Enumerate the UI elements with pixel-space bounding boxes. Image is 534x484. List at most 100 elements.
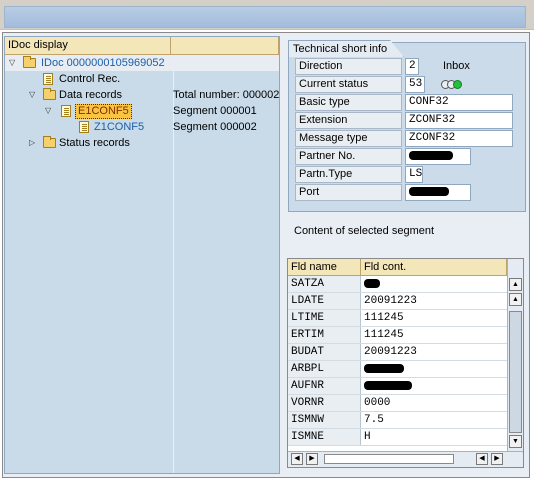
segment-content-table[interactable]: Fld name Fld cont. SATZA LDATE 20091223 … bbox=[287, 258, 524, 468]
column-header-field-content[interactable]: Fld cont. bbox=[361, 259, 507, 276]
document-icon bbox=[43, 73, 53, 85]
basic-type-label: Basic type bbox=[295, 94, 402, 111]
field-name-cell: ARBPL bbox=[288, 361, 361, 377]
table-row[interactable]: LTIME 111245 bbox=[288, 310, 507, 327]
scroll-right-icon[interactable]: ◀ bbox=[476, 453, 488, 465]
field-name-cell: ISMNW bbox=[288, 412, 361, 428]
direction-label: Direction bbox=[295, 58, 402, 75]
data-records-total: Total number: 000002 bbox=[173, 89, 280, 101]
light-green-on bbox=[453, 80, 462, 89]
redaction-mark bbox=[364, 278, 380, 288]
tree-item-status-records[interactable]: ▷ Status records bbox=[5, 135, 279, 151]
tree-item-data-records[interactable]: ▽ Data records Total number: 000002 bbox=[5, 87, 280, 103]
segment-1-number: Segment 000001 bbox=[173, 105, 257, 117]
table-row[interactable]: ERTIM 111245 bbox=[288, 327, 507, 344]
extension-field[interactable]: ZCONF32 bbox=[405, 112, 513, 129]
scroll-down-icon[interactable]: ▼ bbox=[509, 435, 522, 448]
partn-type-field[interactable]: LS bbox=[405, 166, 423, 183]
idoc-label: IDoc 0000000105969052 bbox=[41, 57, 165, 69]
partner-no-field[interactable] bbox=[405, 148, 471, 165]
field-name-cell: ISMNE bbox=[288, 429, 361, 445]
vertical-scroll-thumb[interactable] bbox=[509, 311, 522, 433]
scroll-first-icon[interactable]: ◀ bbox=[291, 453, 303, 465]
field-name-cell: VORNR bbox=[288, 395, 361, 411]
horizontal-scrollbar[interactable]: ◀ ▶ ◀ ▶ bbox=[288, 451, 523, 467]
data-records-label: Data records bbox=[59, 89, 122, 101]
field-name-cell: ERTIM bbox=[288, 327, 361, 343]
status-label: Current status bbox=[295, 76, 402, 93]
tree-item-idoc[interactable]: ▽ IDoc 0000000105969052 bbox=[5, 55, 279, 71]
folder-open-icon bbox=[23, 56, 36, 68]
field-content-cell[interactable]: H bbox=[361, 429, 507, 445]
status-field[interactable]: 53 bbox=[405, 76, 425, 93]
table-row[interactable]: VORNR 0000 bbox=[288, 395, 507, 412]
title-bar-strip bbox=[4, 6, 526, 28]
table-row[interactable]: ARBPL bbox=[288, 361, 507, 378]
tree-header-col1[interactable]: IDoc display bbox=[5, 37, 171, 55]
partner-no-label: Partner No. bbox=[295, 148, 402, 165]
field-content-cell[interactable] bbox=[361, 378, 507, 394]
field-content-cell[interactable]: 20091223 bbox=[361, 293, 507, 309]
message-type-field[interactable]: ZCONF32 bbox=[405, 130, 513, 147]
direction-text: Inbox bbox=[443, 60, 470, 72]
field-content-cell[interactable] bbox=[361, 276, 507, 292]
column-header-field-name[interactable]: Fld name bbox=[288, 259, 361, 276]
scroll-last-icon[interactable]: ▶ bbox=[491, 453, 503, 465]
redaction-mark bbox=[409, 150, 453, 160]
table-row[interactable]: LDATE 20091223 bbox=[288, 293, 507, 310]
basic-type-field[interactable]: CONF32 bbox=[405, 94, 513, 111]
partn-type-label: Partn.Type bbox=[295, 166, 402, 183]
port-field[interactable] bbox=[405, 184, 471, 201]
segment-content-title: Content of selected segment bbox=[294, 225, 435, 237]
field-name-cell: LTIME bbox=[288, 310, 361, 326]
tree-item-segment-1[interactable]: ▽ E1CONF5 Segment 000001 bbox=[5, 103, 279, 119]
redaction-mark bbox=[409, 186, 449, 196]
scroll-left-icon[interactable]: ▶ bbox=[306, 453, 318, 465]
horizontal-scroll-thumb[interactable] bbox=[324, 454, 454, 464]
segment-icon bbox=[79, 121, 89, 133]
scroll-up-icon[interactable]: ▲ bbox=[509, 293, 522, 306]
idoc-tree[interactable]: IDoc display ▽ IDoc 0000000105969052 Con… bbox=[4, 36, 280, 474]
field-content-cell[interactable]: 20091223 bbox=[361, 344, 507, 360]
collapse-arrow-icon[interactable]: ▽ bbox=[9, 55, 15, 71]
field-content-cell[interactable] bbox=[361, 361, 507, 377]
field-content-cell[interactable]: 111245 bbox=[361, 327, 507, 343]
folder-open-icon bbox=[43, 88, 56, 100]
field-content-cell[interactable]: 0000 bbox=[361, 395, 507, 411]
table-row[interactable]: SATZA bbox=[288, 276, 507, 293]
segment-table-header: Fld name Fld cont. bbox=[288, 259, 523, 276]
redaction-mark bbox=[364, 363, 404, 373]
tree-header-col2[interactable] bbox=[171, 37, 279, 55]
collapse-arrow-icon[interactable]: ▽ bbox=[45, 103, 51, 119]
table-row[interactable]: BUDAT 20091223 bbox=[288, 344, 507, 361]
segment-icon bbox=[61, 105, 71, 117]
control-rec-label: Control Rec. bbox=[59, 73, 121, 85]
table-row[interactable]: ISMNW 7.5 bbox=[288, 412, 507, 429]
segment-2-number: Segment 000002 bbox=[173, 121, 257, 133]
tree-item-segment-2[interactable]: Z1CONF5 Segment 000002 bbox=[5, 119, 279, 135]
title-bar bbox=[0, 0, 534, 30]
direction-field[interactable]: 2 bbox=[405, 58, 419, 75]
folder-icon bbox=[43, 136, 56, 148]
field-content-cell[interactable]: 111245 bbox=[361, 310, 507, 326]
field-name-cell: BUDAT bbox=[288, 344, 361, 360]
field-name-cell: LDATE bbox=[288, 293, 361, 309]
table-row[interactable]: AUFNR bbox=[288, 378, 507, 395]
field-name-cell: SATZA bbox=[288, 276, 361, 292]
tree-item-control-rec[interactable]: Control Rec. bbox=[5, 71, 279, 87]
segment-1-name[interactable]: E1CONF5 bbox=[75, 104, 132, 119]
tree-header: IDoc display bbox=[5, 37, 279, 55]
vertical-scrollbar[interactable]: ▲ ▲ ▼ bbox=[507, 259, 523, 451]
message-type-label: Message type bbox=[295, 130, 402, 147]
table-row[interactable]: ISMNE H bbox=[288, 429, 507, 446]
segment-2-name: Z1CONF5 bbox=[94, 121, 145, 133]
field-content-cell[interactable]: 7.5 bbox=[361, 412, 507, 428]
scroll-top-icon[interactable]: ▲ bbox=[509, 278, 522, 291]
port-label: Port bbox=[295, 184, 402, 201]
status-records-label: Status records bbox=[59, 137, 130, 149]
extension-label: Extension bbox=[295, 112, 402, 129]
collapse-arrow-icon[interactable]: ▽ bbox=[29, 87, 35, 103]
expand-arrow-icon[interactable]: ▷ bbox=[29, 135, 35, 151]
redaction-mark bbox=[364, 380, 412, 390]
technical-info-tab[interactable]: Technical short info bbox=[288, 40, 404, 57]
